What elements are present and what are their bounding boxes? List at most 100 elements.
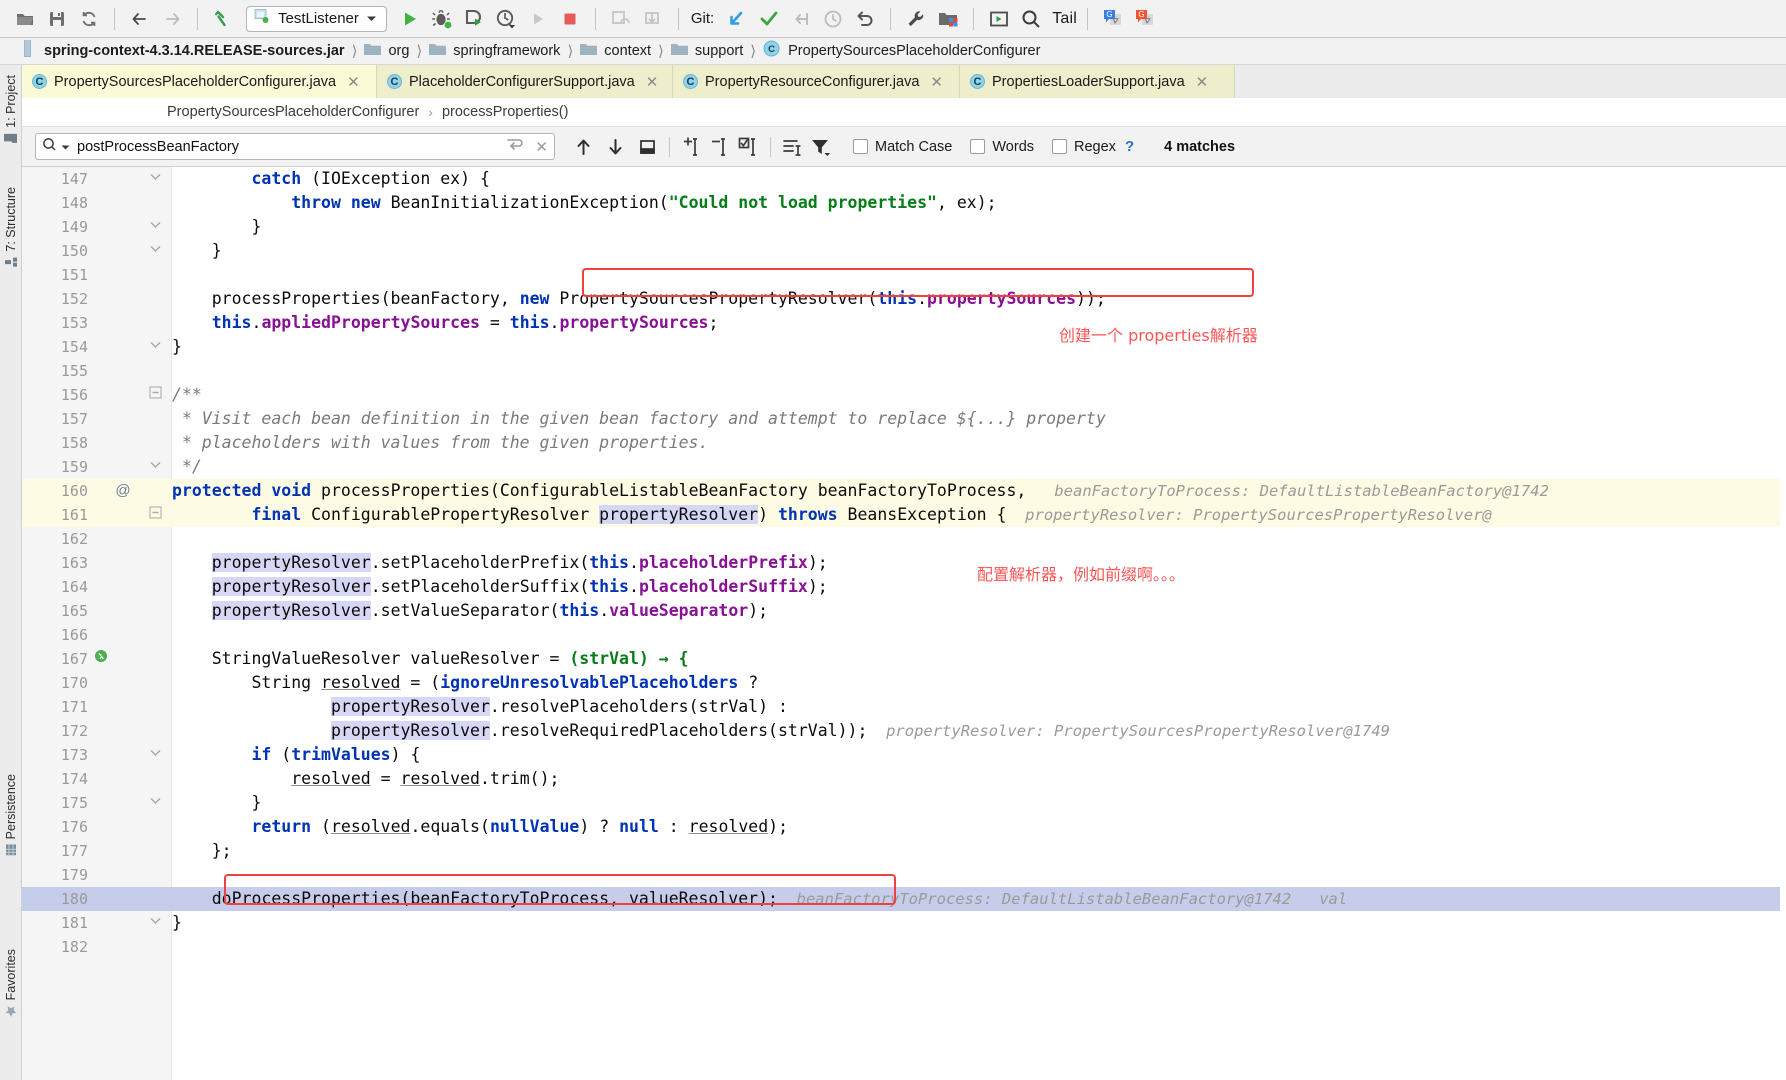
- git-commit-icon[interactable]: [754, 4, 784, 34]
- run-button[interactable]: [395, 4, 425, 34]
- close-icon[interactable]: ✕: [535, 138, 548, 156]
- code-line[interactable]: 151: [22, 263, 1786, 287]
- chevron-down-icon[interactable]: [366, 10, 377, 28]
- code-line[interactable]: 164 propertyResolver.setPlaceholderSuffi…: [22, 575, 1786, 599]
- code-line-text[interactable]: }: [172, 911, 182, 935]
- breadcrumb-item-support[interactable]: support: [695, 43, 747, 59]
- code-line[interactable]: 152 processProperties(beanFactory, new P…: [22, 287, 1786, 311]
- run-anything-icon[interactable]: [984, 4, 1014, 34]
- sidebar-item-project[interactable]: 1: Project: [0, 71, 22, 148]
- close-icon[interactable]: ✕: [930, 73, 943, 91]
- fold-end-icon[interactable]: [146, 335, 164, 359]
- code-line[interactable]: 170 String resolved = (ignoreUnresolvabl…: [22, 671, 1786, 695]
- magnifier-icon[interactable]: [42, 137, 59, 157]
- code-line[interactable]: 179: [22, 863, 1786, 887]
- code-line-text[interactable]: propertyResolver.setPlaceholderPrefix(th…: [172, 551, 828, 575]
- lambda-icon[interactable]: [92, 647, 110, 671]
- code-line-text[interactable]: resolved = resolved.trim();: [172, 767, 559, 791]
- code-line-text[interactable]: StringValueResolver valueResolver = (str…: [172, 647, 689, 671]
- translate-blue-icon[interactable]: G: [1098, 4, 1128, 34]
- match-case-checkbox[interactable]: Match Case: [853, 139, 952, 155]
- code-line[interactable]: 177 };: [22, 839, 1786, 863]
- regex-help-link[interactable]: ?: [1125, 138, 1134, 155]
- search-everywhere-icon[interactable]: [1016, 4, 1046, 34]
- code-line[interactable]: 182: [22, 935, 1786, 959]
- code-lines-container[interactable]: 147 catch (IOException ex) {148 throw ne…: [22, 167, 1786, 1080]
- code-line-text[interactable]: catch (IOException ex) {: [172, 167, 489, 191]
- debug-button[interactable]: [427, 4, 457, 34]
- code-line[interactable]: 149 }: [22, 215, 1786, 239]
- code-line[interactable]: 150 }: [22, 239, 1786, 263]
- code-line[interactable]: 176 return (resolved.equals(nullValue) ?…: [22, 815, 1786, 839]
- code-line-text[interactable]: };: [172, 839, 232, 863]
- close-icon[interactable]: ✕: [347, 73, 360, 91]
- code-line-text[interactable]: }: [172, 791, 261, 815]
- code-line[interactable]: 153 this.appliedPropertySources = this.p…: [22, 311, 1786, 335]
- breadcrumb-item-class[interactable]: PropertySourcesPlaceholderConfigurer: [788, 43, 1044, 59]
- editor-tab-property-sources-placeholder-configurer[interactable]: C PropertySourcesPlaceholderConfigurer.j…: [22, 65, 377, 101]
- sidebar-item-structure[interactable]: 7: Structure: [0, 183, 22, 272]
- fold-start-icon[interactable]: [146, 503, 164, 527]
- sidebar-item-persistence[interactable]: Persistence: [0, 770, 22, 859]
- chevron-down-icon[interactable]: [61, 138, 70, 156]
- code-editor[interactable]: 147 catch (IOException ex) {148 throw ne…: [22, 167, 1786, 1080]
- code-line-text[interactable]: }: [172, 215, 261, 239]
- code-line-text[interactable]: throw new BeanInitializationException("C…: [172, 191, 996, 215]
- stop-button[interactable]: [555, 4, 585, 34]
- regex-checkbox[interactable]: Regex: [1052, 139, 1116, 155]
- code-line[interactable]: 174 resolved = resolved.trim();: [22, 767, 1786, 791]
- search-input-value[interactable]: postProcessBeanFactory: [77, 139, 499, 155]
- code-line[interactable]: 155: [22, 359, 1786, 383]
- back-icon[interactable]: [125, 4, 155, 34]
- checkbox-box[interactable]: [853, 139, 868, 154]
- code-line[interactable]: 165 propertyResolver.setValueSeparator(t…: [22, 599, 1786, 623]
- breadcrumb-item-org[interactable]: org: [388, 43, 413, 59]
- breadcrumb-item-jar[interactable]: spring-context-4.3.14.RELEASE-sources.ja…: [44, 43, 349, 59]
- code-line-text[interactable]: if (trimValues) {: [172, 743, 420, 767]
- code-line-text[interactable]: * placeholders with values from the give…: [172, 431, 709, 455]
- settings-wrench-icon[interactable]: [901, 4, 931, 34]
- code-line[interactable]: 175 }: [22, 791, 1786, 815]
- code-line[interactable]: 148 throw new BeanInitializationExceptio…: [22, 191, 1786, 215]
- project-structure-icon[interactable]: [933, 4, 963, 34]
- code-line[interactable]: 167 StringValueResolver valueResolver = …: [22, 647, 1786, 671]
- editor-tab-property-resource-configurer[interactable]: C PropertyResourceConfigurer.java ✕: [673, 65, 960, 98]
- code-line-text[interactable]: final ConfigurablePropertyResolver prope…: [172, 503, 1492, 527]
- tail-label[interactable]: Tail: [1052, 10, 1077, 28]
- code-line-text[interactable]: */: [172, 455, 202, 479]
- editor-tab-placeholder-configurer-support[interactable]: C PlaceholderConfigurerSupport.java ✕: [377, 65, 673, 98]
- git-update-icon[interactable]: [722, 4, 752, 34]
- previous-occurrence-icon[interactable]: [569, 134, 597, 160]
- code-line-text[interactable]: String resolved = (ignoreUnresolvablePla…: [172, 671, 758, 695]
- code-line[interactable]: 154}: [22, 335, 1786, 359]
- run-with-coverage-button[interactable]: [459, 4, 489, 34]
- code-line-text[interactable]: * Visit each bean definition in the give…: [172, 407, 1106, 431]
- words-checkbox[interactable]: Words: [970, 139, 1034, 155]
- profile-button[interactable]: [491, 4, 521, 34]
- code-line-text[interactable]: propertyResolver.setValueSeparator(this.…: [172, 599, 768, 623]
- fold-start-icon[interactable]: [146, 383, 164, 407]
- code-line-text[interactable]: this.appliedPropertySources = this.prope…: [172, 311, 719, 335]
- code-line[interactable]: 180 doProcessProperties(beanFactoryToPro…: [22, 887, 1786, 911]
- code-line[interactable]: 147 catch (IOException ex) {: [22, 167, 1786, 191]
- add-line-icon[interactable]: [678, 134, 706, 160]
- code-line-text[interactable]: doProcessProperties(beanFactoryToProcess…: [172, 887, 1347, 911]
- code-line[interactable]: 161 final ConfigurablePropertyResolver p…: [22, 503, 1786, 527]
- member-breadcrumb-class[interactable]: PropertySourcesPlaceholderConfigurer: [167, 104, 419, 120]
- translate-red-icon[interactable]: G: [1130, 4, 1160, 34]
- fold-end-icon[interactable]: [146, 167, 164, 191]
- fold-end-icon[interactable]: [146, 743, 164, 767]
- sync-icon[interactable]: [74, 4, 104, 34]
- select-lines-icon[interactable]: [734, 134, 762, 160]
- code-line[interactable]: 171 propertyResolver.resolvePlaceholders…: [22, 695, 1786, 719]
- close-icon[interactable]: ✕: [646, 73, 659, 91]
- code-line[interactable]: 156 /**: [22, 383, 1786, 407]
- checkbox-box[interactable]: [1052, 139, 1068, 154]
- editor-tab-properties-loader-support[interactable]: C PropertiesLoaderSupport.java ✕: [960, 65, 1235, 98]
- close-icon[interactable]: ✕: [1196, 73, 1209, 91]
- code-line-text[interactable]: protected void processProperties(Configu…: [172, 479, 1549, 503]
- preserve-case-icon[interactable]: [779, 134, 807, 160]
- fold-end-icon[interactable]: [146, 239, 164, 263]
- code-line-text[interactable]: return (resolved.equals(nullValue) ? nul…: [172, 815, 788, 839]
- code-line-text[interactable]: processProperties(beanFactory, new Prope…: [172, 287, 1106, 311]
